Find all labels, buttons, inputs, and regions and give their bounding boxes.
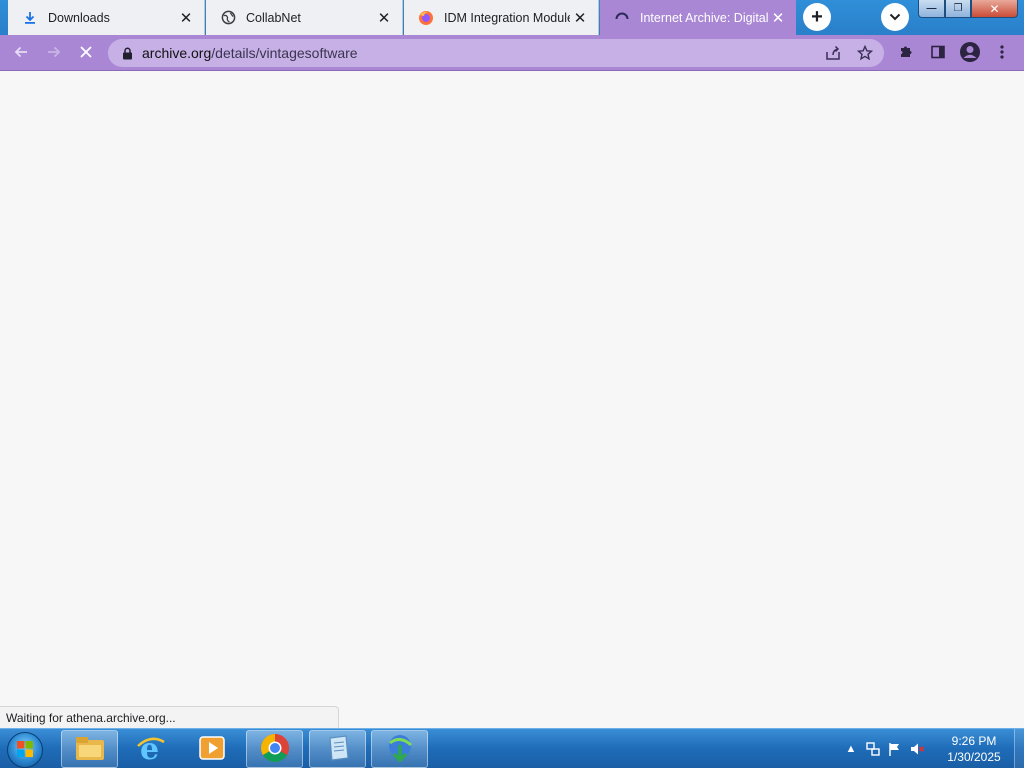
plus-icon: +: [811, 5, 823, 28]
tab-title: Downloads: [48, 10, 110, 25]
show-hidden-icons-icon[interactable]: ▲: [840, 738, 862, 760]
internet-explorer-icon: e: [135, 732, 167, 767]
minimize-button[interactable]: —: [918, 0, 945, 18]
status-bubble: Waiting for athena.archive.org...: [0, 706, 339, 728]
back-button[interactable]: [8, 40, 34, 66]
chevron-down-icon: [889, 10, 901, 24]
tab-title: CollabNet: [246, 10, 301, 25]
stop-button[interactable]: [73, 40, 99, 66]
stop-icon: [79, 45, 93, 62]
loading-spinner-icon: [614, 10, 630, 26]
puzzle-icon: [898, 44, 914, 63]
side-panel-icon: [930, 44, 946, 63]
globe-icon: [220, 10, 236, 26]
start-button[interactable]: [7, 732, 43, 768]
download-icon: [22, 10, 38, 26]
side-panel-button[interactable]: [925, 40, 951, 66]
file-explorer-icon: [74, 734, 106, 765]
clock-time: 9:26 PM: [951, 734, 997, 748]
url-host: archive.org: [142, 45, 212, 61]
kebab-menu-icon: [999, 44, 1005, 63]
url-text: archive.org/details/vintagesoftware: [142, 45, 358, 61]
notepad-icon: [324, 734, 352, 765]
taskbar-idm[interactable]: [371, 730, 428, 768]
browser-toolbar: archive.org/details/vintagesoftware: [0, 35, 1024, 71]
taskbar-notepad[interactable]: [309, 730, 366, 768]
firefox-icon: [418, 10, 434, 26]
taskbar-internet-explorer[interactable]: e: [122, 730, 179, 768]
tab-collabnet[interactable]: CollabNet ✕: [206, 0, 403, 35]
tab-title: IDM Integration Module: [444, 10, 570, 25]
tab-search-button[interactable]: [881, 3, 909, 31]
profile-button[interactable]: [957, 40, 983, 66]
extensions-button[interactable]: [893, 40, 919, 66]
close-window-button[interactable]: ✕: [971, 0, 1018, 18]
tab-title: Internet Archive: Digital L: [640, 10, 768, 25]
system-tray: ▲: [840, 729, 928, 768]
clock-date: 1/30/2025: [947, 750, 1001, 764]
forward-button[interactable]: [41, 40, 67, 66]
taskbar-file-explorer[interactable]: [61, 730, 118, 768]
tab-strip: Downloads ✕ CollabNet ✕ IDM Integration …: [0, 0, 1024, 35]
maximize-button[interactable]: ❐: [945, 0, 971, 18]
taskbar-chrome[interactable]: [246, 730, 303, 768]
page-content: [0, 71, 1024, 728]
address-bar[interactable]: archive.org/details/vintagesoftware: [108, 39, 884, 67]
svg-text:e: e: [140, 732, 159, 764]
taskbar: e ▲ 9:26 PM 1/30/2025: [0, 728, 1024, 768]
network-icon[interactable]: [862, 738, 884, 760]
close-icon[interactable]: ✕: [570, 8, 590, 28]
lock-icon[interactable]: [120, 47, 134, 60]
close-icon[interactable]: ✕: [768, 8, 788, 28]
window-controls: — ❐ ✕: [918, 0, 1024, 18]
menu-button[interactable]: [989, 40, 1015, 66]
forward-arrow-icon: [46, 44, 62, 63]
star-icon[interactable]: [856, 44, 874, 62]
volume-muted-icon[interactable]: [906, 738, 928, 760]
show-desktop-button[interactable]: [1014, 729, 1024, 768]
tab-downloads[interactable]: Downloads ✕: [8, 0, 205, 35]
action-center-flag-icon[interactable]: [884, 738, 906, 760]
tab-idm-integration[interactable]: IDM Integration Module ✕: [404, 0, 599, 35]
profile-icon: [959, 41, 981, 66]
url-path: /details/vintagesoftware: [211, 45, 358, 61]
chrome-icon: [259, 732, 291, 767]
back-arrow-icon: [13, 44, 29, 63]
share-icon[interactable]: [824, 44, 842, 62]
windows-logo-icon: [15, 739, 35, 762]
new-tab-button[interactable]: +: [803, 3, 831, 31]
taskbar-media-player[interactable]: [183, 730, 240, 768]
taskbar-clock[interactable]: 9:26 PM 1/30/2025: [934, 733, 1014, 765]
idm-icon: [384, 733, 416, 766]
tab-internet-archive[interactable]: Internet Archive: Digital L ✕: [600, 0, 796, 35]
close-icon[interactable]: ✕: [176, 8, 196, 28]
media-player-icon: [198, 735, 226, 764]
close-icon[interactable]: ✕: [374, 8, 394, 28]
